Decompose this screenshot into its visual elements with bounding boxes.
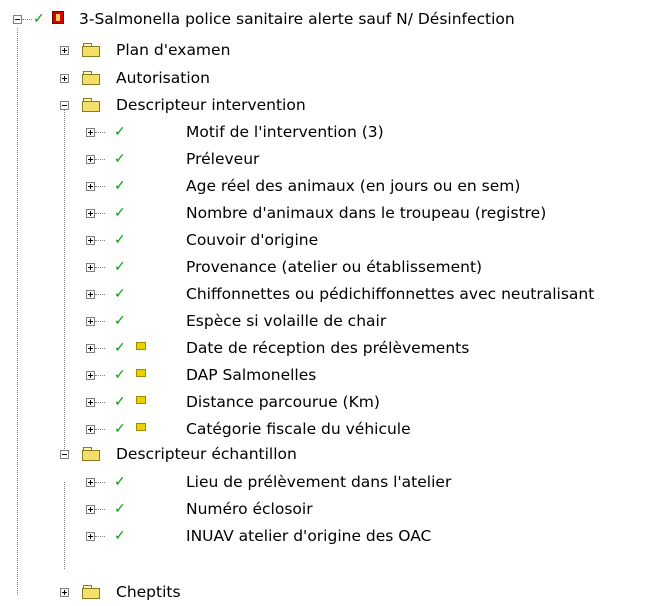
tree-item-label: INUAV atelier d'origine des OAC: [186, 527, 432, 545]
expand-toggle[interactable]: [86, 290, 95, 299]
tree-group-plan-examen[interactable]: Plan d'examen: [0, 38, 656, 64]
check-icon: ✓: [114, 124, 126, 140]
folder-icon: [82, 585, 100, 599]
tree-item[interactable]: ✓ Provenance (atelier ou établissement): [0, 255, 656, 281]
tree-item[interactable]: ✓ Chiffonnettes ou pédichiffonnettes ave…: [0, 282, 656, 308]
tree-item-label: Numéro éclosoir: [186, 500, 313, 518]
check-icon: ✓: [114, 474, 126, 490]
folder-icon: [82, 71, 100, 85]
expand-toggle[interactable]: [86, 155, 95, 164]
tree-root-row[interactable]: ✓ 3-Salmonella police sanitaire alerte s…: [0, 7, 656, 33]
tree-item-label: Espèce si volaille de chair: [186, 312, 387, 330]
tree-item[interactable]: ✓ Espèce si volaille de chair: [0, 309, 656, 335]
tree-item-label: Age réel des animaux (en jours ou en sem…: [186, 177, 521, 195]
tree-item-label: Nombre d'animaux dans le troupeau (regis…: [186, 204, 547, 222]
tree-item-label: Motif de l'intervention (3): [186, 123, 384, 141]
tree-group-label: Descripteur échantillon: [116, 445, 297, 463]
tree-item[interactable]: ✓ Date de réception des prélèvements: [0, 336, 656, 362]
red-document-icon: [52, 11, 64, 24]
tree-item-label: Lieu de prélèvement dans l'atelier: [186, 473, 452, 491]
tree-item[interactable]: ✓ Age réel des animaux (en jours ou en s…: [0, 174, 656, 200]
expand-toggle[interactable]: [60, 74, 69, 83]
tree-item-label: Provenance (atelier ou établissement): [186, 258, 483, 276]
tree-item[interactable]: ✓ Motif de l'intervention (3): [0, 120, 656, 146]
tree-group-label: Cheptits: [116, 583, 181, 601]
tree-item[interactable]: ✓ Numéro éclosoir: [0, 497, 656, 523]
expand-toggle[interactable]: [86, 236, 95, 245]
expand-toggle[interactable]: [86, 344, 95, 353]
yellow-flag-icon: [136, 396, 146, 404]
check-icon: ✓: [114, 178, 126, 194]
tree-group-label: Descripteur intervention: [116, 96, 306, 114]
expand-toggle[interactable]: [86, 182, 95, 191]
expand-toggle[interactable]: [86, 209, 95, 218]
expand-toggle[interactable]: [86, 398, 95, 407]
tree-group-cheptits[interactable]: Cheptits: [0, 580, 656, 606]
collapse-toggle[interactable]: [60, 450, 69, 459]
check-icon: ✓: [114, 151, 126, 167]
expand-toggle[interactable]: [86, 478, 95, 487]
check-icon: ✓: [114, 286, 126, 302]
tree-item[interactable]: ✓ Catégorie fiscale du véhicule: [0, 417, 656, 443]
yellow-flag-icon: [136, 342, 146, 350]
expand-toggle[interactable]: [86, 371, 95, 380]
yellow-flag-icon: [136, 369, 146, 377]
tree-item[interactable]: ✓ INUAV atelier d'origine des OAC: [0, 524, 656, 550]
check-icon: ✓: [114, 340, 126, 356]
tree-item[interactable]: ✓ Distance parcourue (Km): [0, 390, 656, 416]
tree-item-label: DAP Salmonelles: [186, 366, 317, 384]
tree-group-label: Autorisation: [116, 69, 210, 87]
tree-item-label: Catégorie fiscale du véhicule: [186, 420, 411, 438]
tree-group-descripteur-intervention[interactable]: Descripteur intervention: [0, 93, 656, 119]
expand-toggle[interactable]: [86, 128, 95, 137]
expand-toggle[interactable]: [60, 588, 69, 597]
folder-open-icon: [82, 447, 100, 461]
check-icon: ✓: [114, 367, 126, 383]
tree-item-label: Chiffonnettes ou pédichiffonnettes avec …: [186, 285, 595, 303]
check-icon: ✓: [114, 259, 126, 275]
tree-group-label: Plan d'examen: [116, 41, 231, 59]
check-icon: ✓: [114, 528, 126, 544]
yellow-flag-icon: [136, 423, 146, 431]
check-icon: ✓: [114, 313, 126, 329]
tree-root-label: 3-Salmonella police sanitaire alerte sau…: [79, 10, 515, 28]
expand-toggle[interactable]: [86, 263, 95, 272]
folder-icon: [82, 43, 100, 57]
collapse-toggle[interactable]: [13, 15, 22, 24]
tree-item[interactable]: ✓ Nombre d'animaux dans le troupeau (reg…: [0, 201, 656, 227]
collapse-toggle[interactable]: [60, 101, 69, 110]
tree-item-label: Date de réception des prélèvements: [186, 339, 470, 357]
tree-item-label: Distance parcourue (Km): [186, 393, 380, 411]
check-icon: ✓: [114, 421, 126, 437]
tree-group-descripteur-echantillon[interactable]: Descripteur échantillon: [0, 442, 656, 468]
tree-item[interactable]: ✓ Couvoir d'origine: [0, 228, 656, 254]
tree-item[interactable]: ✓ DAP Salmonelles: [0, 363, 656, 389]
check-icon: ✓: [114, 232, 126, 248]
expand-toggle[interactable]: [86, 317, 95, 326]
tree-group-autorisation[interactable]: Autorisation: [0, 66, 656, 92]
tree-item-label: Préleveur: [186, 150, 260, 168]
folder-open-icon: [82, 98, 100, 112]
expand-toggle[interactable]: [60, 46, 69, 55]
tree-item-label: Couvoir d'origine: [186, 231, 319, 249]
expand-toggle[interactable]: [86, 532, 95, 541]
check-icon: ✓: [33, 11, 45, 27]
tree-item[interactable]: ✓ Préleveur: [0, 147, 656, 173]
expand-toggle[interactable]: [86, 425, 95, 434]
check-icon: ✓: [114, 205, 126, 221]
expand-toggle[interactable]: [86, 505, 95, 514]
check-icon: ✓: [114, 501, 126, 517]
tree-item[interactable]: ✓ Lieu de prélèvement dans l'atelier: [0, 470, 656, 496]
tree-view[interactable]: ✓ 3-Salmonella police sanitaire alerte s…: [0, 0, 656, 601]
check-icon: ✓: [114, 394, 126, 410]
